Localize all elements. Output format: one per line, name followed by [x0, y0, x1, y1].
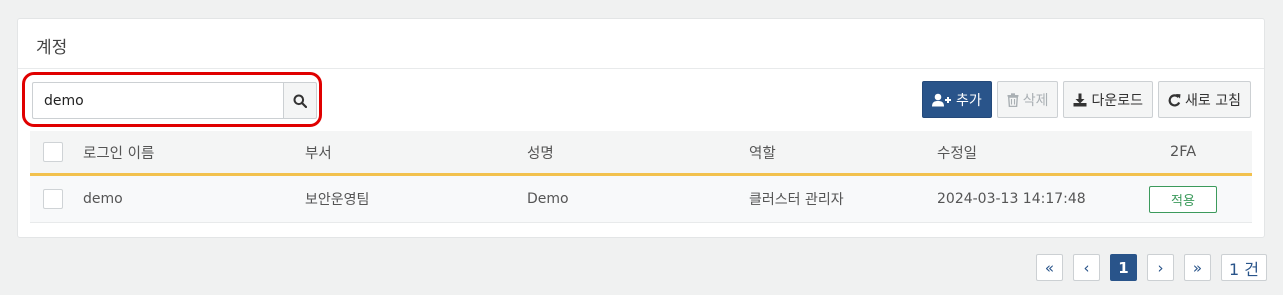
cell-2fa: 적용 [1149, 176, 1217, 222]
row-checkbox-cell [43, 176, 63, 222]
add-button[interactable]: 추가 [921, 81, 992, 118]
panel-divider [18, 68, 1264, 69]
next-page-button[interactable]: › [1147, 254, 1174, 281]
pagination: « ‹ 1 › » 1 건 [1036, 254, 1267, 281]
cell-login-name: demo [83, 191, 123, 207]
accounts-panel: 계정 추가 [17, 18, 1265, 238]
current-page-button[interactable]: 1 [1110, 254, 1137, 281]
accounts-table: 로그인 이름 부서 성명 역할 수정일 2FA demo 보안운영팀 Demo … [30, 131, 1252, 223]
select-all-checkbox[interactable] [43, 142, 63, 162]
header-login-name[interactable]: 로그인 이름 [83, 131, 154, 173]
delete-button-label: 삭제 [1022, 92, 1049, 109]
header-checkbox-cell [43, 131, 63, 173]
delete-button[interactable]: 삭제 [996, 81, 1059, 118]
2fa-status-badge: 적용 [1149, 185, 1217, 213]
table-row[interactable]: demo 보안운영팀 Demo 클러스터 관리자 2024-03-13 14:1… [30, 176, 1252, 223]
header-department[interactable]: 부서 [305, 131, 332, 173]
search-highlight [22, 72, 322, 127]
first-page-button[interactable]: « [1036, 254, 1063, 281]
add-user-icon [931, 93, 951, 106]
header-role[interactable]: 역할 [749, 131, 776, 173]
search-button[interactable] [283, 82, 317, 119]
last-page-button[interactable]: » [1184, 254, 1211, 281]
refresh-icon [1168, 93, 1181, 106]
total-count: 1 건 [1221, 254, 1267, 281]
trash-icon [1007, 92, 1019, 107]
toolbar: 추가 삭제 다운로드 새로 고침 [921, 81, 1251, 118]
row-checkbox[interactable] [43, 189, 63, 209]
cell-modified-date: 2024-03-13 14:17:48 [937, 191, 1086, 207]
cell-role: 클러스터 관리자 [749, 192, 844, 208]
cell-full-name: Demo [527, 191, 569, 207]
header-full-name[interactable]: 성명 [527, 131, 554, 173]
header-modified-date[interactable]: 수정일 [937, 131, 977, 173]
download-button-label: 다운로드 [1091, 92, 1144, 109]
refresh-button-label: 새로 고침 [1185, 92, 1241, 109]
panel-title: 계정 [36, 38, 68, 58]
download-icon [1073, 93, 1087, 106]
refresh-button[interactable]: 새로 고침 [1158, 81, 1251, 118]
prev-page-button[interactable]: ‹ [1073, 254, 1100, 281]
header-2fa[interactable]: 2FA [1170, 131, 1196, 173]
search-icon [293, 94, 307, 108]
search-input[interactable] [32, 82, 284, 119]
download-button[interactable]: 다운로드 [1063, 81, 1154, 118]
add-button-label: 추가 [955, 92, 982, 109]
table-header: 로그인 이름 부서 성명 역할 수정일 2FA [30, 131, 1252, 176]
cell-department: 보안운영팀 [305, 192, 370, 208]
